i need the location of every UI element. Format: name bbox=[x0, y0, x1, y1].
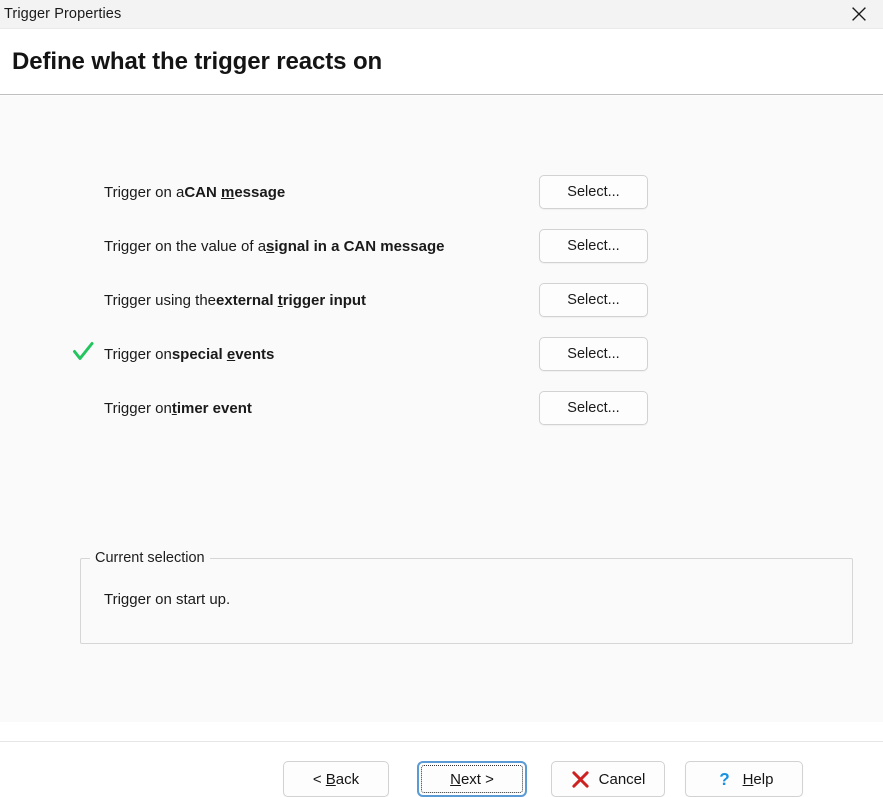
option-label-external-trigger-input: Trigger using the external trigger input bbox=[104, 283, 366, 317]
option-row-signal-in-can-message: Trigger on the value of a signal in a CA… bbox=[0, 229, 883, 263]
selected-check-slot bbox=[70, 233, 96, 259]
selected-check-slot bbox=[70, 341, 96, 367]
option-label-can-message: Trigger on a CAN message bbox=[104, 175, 285, 209]
footer-divider bbox=[0, 741, 883, 742]
back-button[interactable]: < Back bbox=[283, 761, 389, 797]
close-button[interactable] bbox=[835, 0, 883, 28]
option-row-external-trigger-input: Trigger using the external trigger input… bbox=[0, 283, 883, 317]
help-button-label: Help bbox=[743, 771, 774, 788]
select-button-signal-in-can-message[interactable]: Select... bbox=[539, 229, 648, 263]
question-mark-icon: ? bbox=[715, 770, 734, 789]
current-selection-groupbox: Current selection Trigger on start up. bbox=[80, 558, 853, 644]
label-prefix: Trigger using the bbox=[104, 292, 216, 309]
option-row-timer-event: Trigger on timer event Select... bbox=[0, 391, 883, 425]
select-button-external-trigger-input[interactable]: Select... bbox=[539, 283, 648, 317]
back-button-label: < Back bbox=[313, 771, 359, 788]
label-accelerator: B bbox=[326, 771, 336, 788]
option-label-timer-event: Trigger on timer event bbox=[104, 391, 252, 425]
title-bar: Trigger Properties bbox=[0, 0, 883, 29]
help-button[interactable]: ? Help bbox=[685, 761, 803, 797]
label-prefix: < bbox=[313, 771, 326, 788]
label-bold-post: ignal bbox=[274, 238, 309, 255]
label-accelerator: m bbox=[221, 184, 234, 201]
label-bold-pre: external bbox=[216, 292, 278, 309]
label-post: elp bbox=[753, 771, 773, 788]
window-title: Trigger Properties bbox=[0, 6, 121, 22]
label-suffix: input bbox=[325, 292, 366, 309]
close-icon bbox=[850, 5, 868, 23]
cancel-button-label: Cancel bbox=[599, 771, 646, 788]
label-bold-post: imer event bbox=[177, 400, 252, 417]
label-bold-post: rigger bbox=[283, 292, 326, 309]
cancel-button[interactable]: Cancel bbox=[551, 761, 665, 797]
option-row-can-message: Trigger on a CAN message Select... bbox=[0, 175, 883, 209]
label-prefix: Trigger on a bbox=[104, 184, 184, 201]
option-label-special-events: Trigger on special events bbox=[104, 337, 274, 371]
label-prefix: Trigger on bbox=[104, 400, 172, 417]
next-button[interactable]: Next > bbox=[417, 761, 527, 797]
label-accelerator: e bbox=[227, 346, 235, 363]
label-bold-pre: CAN bbox=[184, 184, 221, 201]
label-post: ack bbox=[336, 771, 359, 788]
option-row-special-events: Trigger on special events Select... bbox=[0, 337, 883, 371]
select-button-timer-event[interactable]: Select... bbox=[539, 391, 648, 425]
option-label-signal-in-can-message: Trigger on the value of a signal in a CA… bbox=[104, 229, 444, 263]
label-post: Cancel bbox=[599, 771, 646, 788]
label-bold-pre: special bbox=[172, 346, 227, 363]
label-accelerator: H bbox=[743, 771, 754, 788]
label-bold-post: essage bbox=[234, 184, 285, 201]
selected-check-slot bbox=[70, 179, 96, 205]
selected-check-slot bbox=[70, 395, 96, 421]
label-suffix: in a CAN message bbox=[309, 238, 444, 255]
select-button-can-message[interactable]: Select... bbox=[539, 175, 648, 209]
trigger-properties-dialog: Trigger Properties Define what the trigg… bbox=[0, 0, 883, 722]
page-title: Define what the trigger reacts on bbox=[0, 48, 382, 76]
x-mark-icon bbox=[571, 770, 590, 789]
next-button-label: Next > bbox=[450, 771, 494, 788]
svg-text:?: ? bbox=[719, 770, 729, 789]
header-band: Define what the trigger reacts on bbox=[0, 29, 883, 95]
label-accelerator: N bbox=[450, 771, 461, 788]
dialog-body: Trigger on a CAN message Select... Trigg… bbox=[0, 95, 883, 722]
current-selection-text: Trigger on start up. bbox=[104, 591, 230, 608]
label-post: ext > bbox=[461, 771, 494, 788]
label-bold-post: vents bbox=[235, 346, 274, 363]
label-prefix: Trigger on the value of a bbox=[104, 238, 266, 255]
label-prefix: Trigger on bbox=[104, 346, 172, 363]
selected-check-slot bbox=[70, 287, 96, 313]
current-selection-legend: Current selection bbox=[90, 550, 210, 566]
select-button-special-events[interactable]: Select... bbox=[539, 337, 648, 371]
check-mark-icon bbox=[71, 340, 95, 369]
